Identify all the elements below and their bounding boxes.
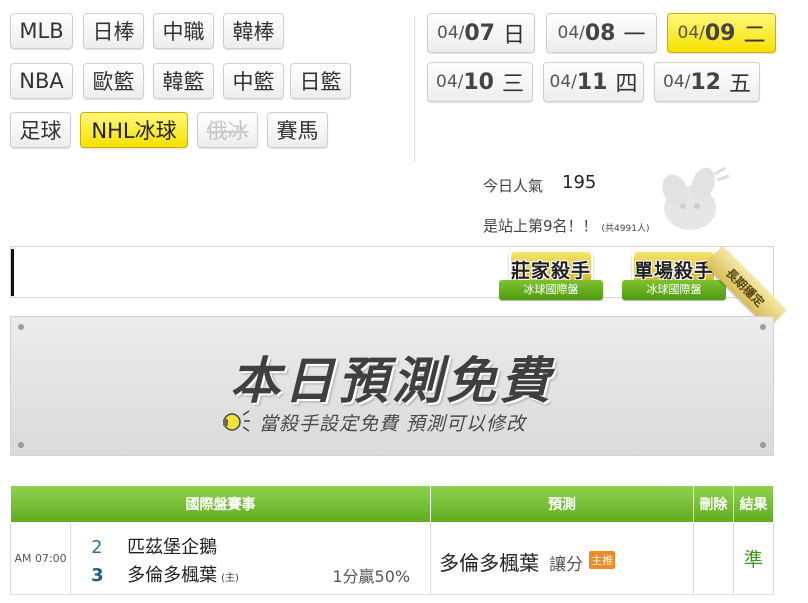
banner-subline: 當殺手設定免費 預測可以修改: [259, 413, 527, 435]
date-button-0410[interactable]: 04/10 三: [427, 62, 533, 102]
table-row: AM 07:00 2 匹茲堡企鵝 3 多倫多楓葉 (主) 1分贏50% 多倫多楓…: [9, 521, 775, 595]
date-day: 09: [704, 20, 736, 46]
away-team-number: 2: [91, 536, 103, 558]
result-cell: 準: [732, 521, 775, 595]
pick-team: 多倫多楓葉: [439, 550, 540, 575]
sport-button-nhl[interactable]: NHL冰球: [80, 112, 188, 148]
text-caret: [11, 249, 14, 296]
sport-button-mlb[interactable]: MLB: [10, 13, 73, 49]
date-weekday: 日: [502, 23, 525, 48]
popularity-value: 195: [562, 172, 597, 193]
badge-ribbon: 冰球國際盤: [499, 280, 603, 300]
banker-killer-badge[interactable]: 莊家殺手 冰球國際盤: [499, 250, 603, 302]
badge-ribbon: 冰球國際盤: [622, 280, 726, 300]
vertical-divider: [414, 16, 415, 162]
date-button-0412[interactable]: 04/12 五: [654, 62, 760, 102]
home-marker: (主): [221, 572, 239, 584]
free-prediction-banner: 本日預測免費 當殺手設定免費 預測可以修改: [10, 316, 774, 456]
away-team-name: 匹茲堡企鵝: [127, 536, 218, 558]
rank-text: 是站上第9名！！: [483, 217, 598, 235]
date-month: 04/: [436, 72, 464, 92]
date-day: 10: [463, 69, 494, 95]
rank-total: (共4991人): [601, 224, 650, 234]
game-time: AM 07:00: [9, 521, 72, 595]
sport-button-khl: 俄冰: [197, 112, 258, 148]
games-table: 國際盤賽事 預測 刪除 結果 AM 07:00 2 匹茲堡企鵝 3 多倫多楓葉 …: [9, 486, 775, 595]
date-month: 04/: [677, 23, 705, 43]
date-day: 12: [690, 69, 721, 95]
banner-headline: 本日預測免費: [230, 352, 554, 410]
header-delete: 刪除: [692, 486, 734, 523]
sport-button-china-basketball[interactable]: 中籃: [223, 63, 284, 99]
screw-icon: [18, 324, 24, 330]
date-weekday: 一: [623, 23, 646, 48]
header-result: 結果: [732, 486, 775, 523]
popularity-label: 今日人氣: [483, 177, 544, 195]
date-button-0409[interactable]: 04/09 二: [667, 13, 776, 53]
date-weekday: 四: [615, 72, 638, 97]
screw-icon: [18, 442, 24, 448]
sport-button-japan-basketball[interactable]: 日籃: [290, 63, 351, 99]
sport-button-kbl[interactable]: 韓籃: [153, 63, 214, 99]
delete-cell: [692, 521, 734, 595]
date-month: 04/: [557, 23, 585, 43]
rank-line: 是站上第9名！！ (共4991人): [483, 215, 649, 236]
date-button-0408[interactable]: 04/08 一: [546, 13, 657, 53]
screw-icon: [760, 442, 766, 448]
home-team-number: 3: [91, 564, 104, 586]
badge-title: 莊家殺手: [510, 260, 591, 282]
sport-button-horse-racing[interactable]: 賽馬: [267, 112, 328, 148]
date-weekday: 五: [728, 72, 751, 97]
date-day: 07: [464, 20, 495, 46]
sport-button-euro-basketball[interactable]: 歐籃: [83, 63, 144, 99]
lightbulb-icon: [223, 410, 250, 432]
sport-button-soccer[interactable]: 足球: [10, 112, 71, 148]
header-prediction: 預測: [430, 486, 694, 523]
date-day: 08: [584, 20, 616, 46]
date-month: 04/: [549, 72, 577, 92]
prediction-content: 多倫多楓葉 讓分 主推: [439, 547, 616, 576]
away-team-row: 2 匹茲堡企鵝: [91, 533, 217, 559]
date-month: 04/: [437, 23, 465, 43]
sport-button-npb[interactable]: 日棒: [83, 13, 144, 49]
date-month: 04/: [663, 72, 691, 92]
date-button-0407[interactable]: 04/07 日: [427, 13, 535, 53]
handicap-line: 1分贏50%: [332, 566, 411, 586]
main-pick-tag: 主推: [589, 550, 616, 569]
header-game: 國際盤賽事: [9, 486, 432, 523]
game-teams: 2 匹茲堡企鵝 3 多倫多楓葉 (主) 1分贏50%: [70, 521, 432, 595]
sport-button-kbo[interactable]: 韓棒: [223, 13, 284, 49]
pick-type: 讓分: [549, 554, 584, 575]
date-button-0411[interactable]: 04/11 四: [543, 62, 644, 102]
date-weekday: 二: [743, 23, 766, 48]
date-day: 11: [576, 69, 608, 95]
screw-icon: [760, 324, 766, 330]
table-header-row: 國際盤賽事 預測 刪除 結果: [9, 486, 775, 523]
home-team-name: 多倫多楓葉: [127, 564, 218, 586]
sport-button-cpbl[interactable]: 中職: [153, 13, 214, 49]
sport-button-nba[interactable]: NBA: [10, 63, 73, 99]
home-team-row: 3 多倫多楓葉 (主): [91, 561, 239, 587]
date-weekday: 三: [501, 72, 524, 97]
prediction-cell: 多倫多楓葉 讓分 主推: [430, 521, 694, 595]
mascot-icon: [662, 166, 730, 230]
